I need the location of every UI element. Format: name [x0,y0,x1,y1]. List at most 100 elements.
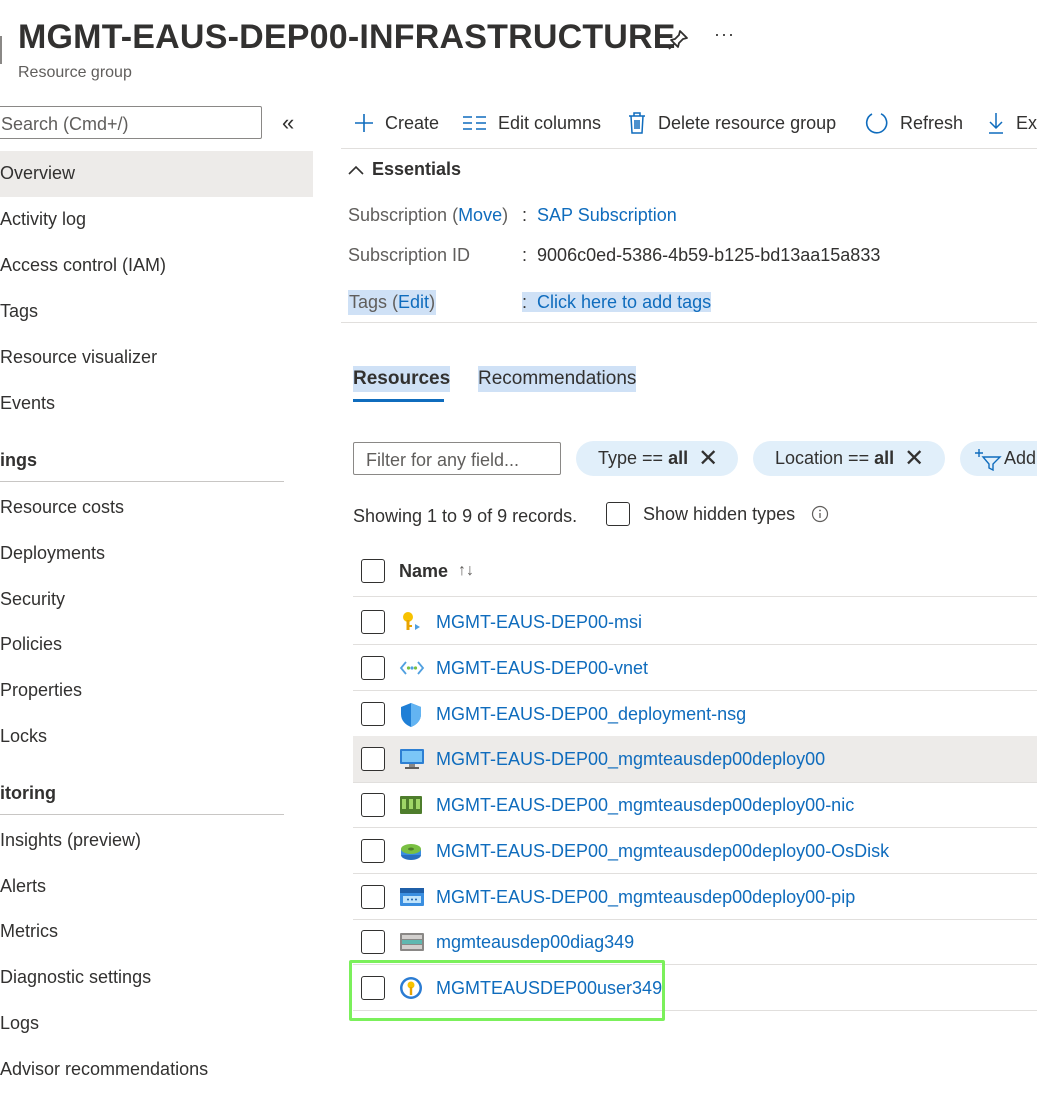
row-checkbox[interactable] [361,747,385,771]
table-row[interactable]: MGMT-EAUS-DEP00-vnet [353,645,1037,691]
tab-active-indicator [353,399,444,402]
table-row[interactable]: mgmteausdep00diag349 [353,919,1037,965]
row-checkbox[interactable] [361,610,385,634]
records-count: Showing 1 to 9 of 9 records. [353,506,578,526]
pin-icon[interactable] [664,26,692,54]
export-label: Ex [1016,112,1037,133]
more-options-button[interactable]: ··· [714,24,735,45]
sidebar-divider [0,481,284,482]
subscription-label-text: Subscription [348,205,448,225]
close-icon[interactable]: ✕ [904,444,924,473]
title-accent-bar [0,36,2,64]
name-column-header[interactable]: Name [399,561,448,582]
subscription-id-value: : 9006c0ed-5386-4b59-b125-bd13aa15a833 [522,245,880,266]
sidebar-item-metrics[interactable]: Metrics [0,909,313,955]
network-security-group-icon [399,702,423,727]
network-interface-icon [399,793,423,817]
resource-link[interactable]: MGMT-EAUS-DEP00-vnet [436,658,648,679]
plus-icon [355,114,373,132]
page-title: MGMT-EAUS-DEP00-INFRASTRUCTURE [18,18,676,56]
toolbar-divider [341,148,1037,149]
table-row[interactable]: MGMT-EAUS-DEP00_mgmteausdep00deploy00-Os… [353,828,1037,874]
sidebar-item-locks[interactable]: Locks [0,714,313,760]
resource-link[interactable]: MGMT-EAUS-DEP00_mgmteausdep00deploy00 [436,749,825,770]
row-checkbox[interactable] [361,930,385,954]
storage-account-icon [399,930,424,954]
tab-resources[interactable]: Resources [353,366,451,392]
row-divider [353,596,1037,597]
sidebar-item-policies[interactable]: Policies [0,622,313,668]
refresh-label: Refresh [900,112,964,133]
edit-tags-link[interactable]: Edit [398,292,429,312]
row-checkbox[interactable] [361,793,385,817]
resource-link[interactable]: mgmteausdep00diag349 [436,932,634,953]
sidebar-item-resource-costs[interactable]: Resource costs [0,485,313,531]
delete-label: Delete resource group [658,112,837,133]
type-filter-value: all [668,448,689,468]
sidebar-item-insights[interactable]: Insights (preview) [0,818,313,864]
edit-columns-button[interactable]: Edit columns [462,108,601,138]
sidebar-item-advisor-recommendations[interactable]: Advisor recommendations [0,1047,313,1093]
resource-link[interactable]: MGMT-EAUS-DEP00_mgmteausdep00deploy00-Os… [436,841,889,862]
sidebar-item-security[interactable]: Security [0,577,313,623]
sidebar-section-monitoring: itoring [0,783,56,803]
virtual-machine-icon [399,747,424,771]
show-hidden-types-checkbox[interactable] [606,502,630,526]
sidebar-search-input[interactable]: Search (Cmd+/) [0,106,262,139]
create-label: Create [385,112,440,133]
show-hidden-types-label[interactable]: Show hidden types [643,504,795,525]
sidebar-item-tags[interactable]: Tags [0,289,313,335]
sidebar-item-activity-log[interactable]: Activity log [0,197,313,243]
close-icon[interactable]: ✕ [698,444,718,473]
sort-icon[interactable]: ↑↓ [458,562,474,580]
location-filter-key: Location == [775,448,875,468]
add-filter-icon [975,448,1002,471]
resource-link[interactable]: MGMT-EAUS-DEP00-msi [436,612,642,633]
delete-resource-group-button[interactable]: Delete resource group [626,108,836,138]
move-link[interactable]: Move [458,205,502,225]
essentials-toggle[interactable]: Essentials [348,159,461,180]
add-tags-link[interactable]: Click here to add tags [537,292,712,312]
sidebar-item-properties[interactable]: Properties [0,668,313,714]
table-row[interactable]: MGMT-EAUS-DEP00_mgmteausdep00deploy00 [353,736,1037,782]
sidebar-item-diagnostic-settings[interactable]: Diagnostic settings [0,955,313,1001]
refresh-button[interactable]: Refresh [864,108,963,138]
create-button[interactable]: Create [353,108,439,138]
selection-highlight-box [349,960,665,1021]
resource-link[interactable]: MGMT-EAUS-DEP00_mgmteausdep00deploy00-pi… [436,887,855,908]
resource-link[interactable]: MGMT-EAUS-DEP00_deployment-nsg [436,704,746,725]
table-row[interactable]: MGMT-EAUS-DEP00_deployment-nsg [353,691,1037,737]
sidebar-item-deployments[interactable]: Deployments [0,531,313,577]
essentials-divider [341,322,1037,323]
select-all-checkbox[interactable] [361,559,385,583]
sidebar-item-resource-visualizer[interactable]: Resource visualizer [0,335,313,381]
row-checkbox[interactable] [361,839,385,863]
row-checkbox[interactable] [361,885,385,909]
sidebar-item-alerts[interactable]: Alerts [0,864,313,910]
sidebar-item-events[interactable]: Events [0,381,313,427]
table-row[interactable]: MGMT-EAUS-DEP00_mgmteausdep00deploy00-ni… [353,782,1037,828]
collapse-sidebar-button[interactable]: « [282,110,294,136]
tab-recommendations[interactable]: Recommendations [478,366,637,392]
info-icon[interactable] [811,505,829,523]
subscription-value: : SAP Subscription [522,205,677,226]
chevron-up-icon [348,159,364,180]
page-subtitle: Resource group [18,64,132,81]
add-filter-pill[interactable]: Add [960,441,1037,476]
type-filter-pill[interactable]: Type == all ✕ [576,441,738,476]
row-checkbox[interactable] [361,702,385,726]
row-checkbox[interactable] [361,656,385,680]
columns-icon [463,116,486,130]
table-row[interactable]: MGMT-EAUS-DEP00-msi [353,599,1037,645]
resource-link[interactable]: MGMT-EAUS-DEP00_mgmteausdep00deploy00-ni… [436,795,854,816]
virtual-network-icon [399,656,425,680]
table-row[interactable]: MGMT-EAUS-DEP00_mgmteausdep00deploy00-pi… [353,874,1037,920]
download-icon [989,113,1003,134]
sidebar-item-access-control[interactable]: Access control (IAM) [0,243,313,289]
sidebar-item-overview[interactable]: Overview [0,151,313,197]
location-filter-pill[interactable]: Location == all ✕ [753,441,945,476]
sidebar-item-logs[interactable]: Logs [0,1001,313,1047]
filter-input[interactable]: Filter for any field... [353,442,561,475]
subscription-link[interactable]: SAP Subscription [537,205,677,225]
export-button[interactable]: Ex [986,108,1037,138]
